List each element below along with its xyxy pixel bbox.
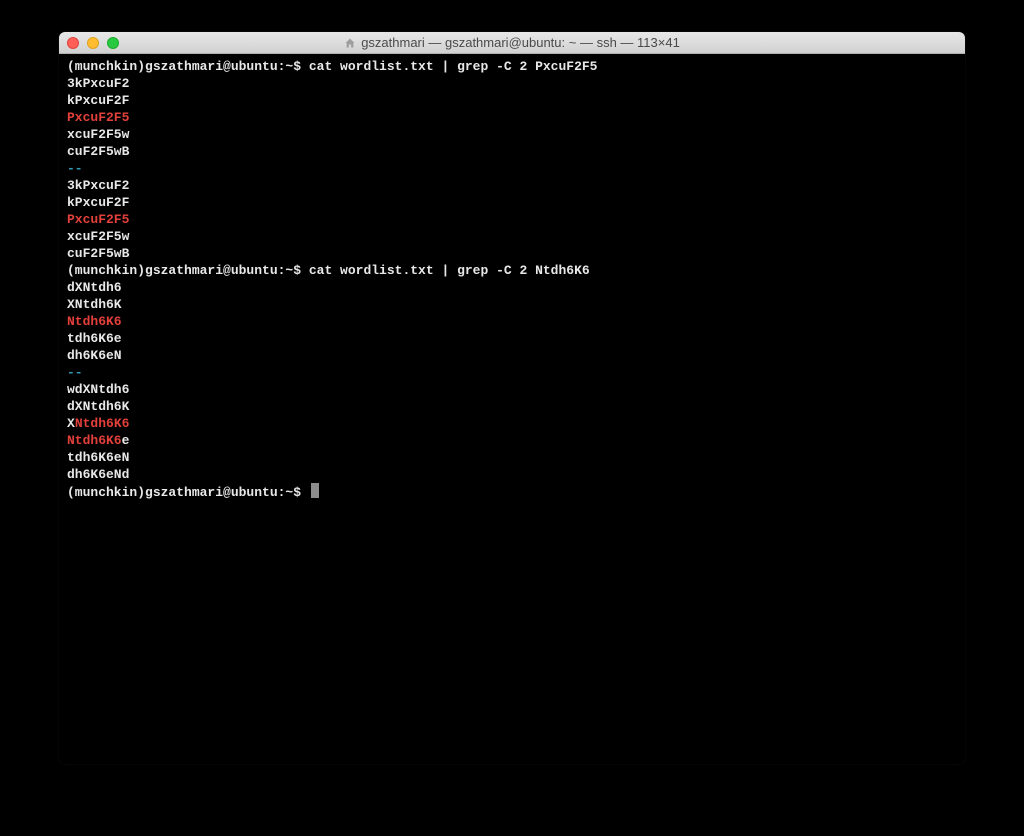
terminal-line: dXNtdh6K (67, 398, 957, 415)
terminal-line: cuF2F5wB (67, 245, 957, 262)
terminal-line: kPxcuF2F (67, 92, 957, 109)
terminal-line: xcuF2F5w (67, 126, 957, 143)
grep-match: Ntdh6K6 (67, 433, 122, 448)
grep-match: Ntdh6K6 (67, 314, 122, 329)
window-title-text: gszathmari — gszathmari@ubuntu: ~ — ssh … (361, 35, 680, 50)
terminal-line: (munchkin)gszathmari@ubuntu:~$ cat wordl… (67, 262, 957, 279)
terminal-line: cuF2F5wB (67, 143, 957, 160)
terminal-window: gszathmari — gszathmari@ubuntu: ~ — ssh … (59, 32, 965, 764)
titlebar[interactable]: gszathmari — gszathmari@ubuntu: ~ — ssh … (59, 32, 965, 54)
terminal-line: wdXNtdh6 (67, 381, 957, 398)
grep-match: PxcuF2F5 (67, 110, 129, 125)
terminal-line: (munchkin)gszathmari@ubuntu:~$ cat wordl… (67, 58, 957, 75)
terminal-line: Ntdh6K6e (67, 432, 957, 449)
terminal-output[interactable]: (munchkin)gszathmari@ubuntu:~$ cat wordl… (59, 54, 965, 764)
terminal-line: -- (67, 364, 957, 381)
terminal-line: (munchkin)gszathmari@ubuntu:~$ (67, 483, 957, 501)
terminal-line: kPxcuF2F (67, 194, 957, 211)
grep-match: Ntdh6K6 (75, 416, 130, 431)
grep-match: PxcuF2F5 (67, 212, 129, 227)
terminal-line: XNtdh6K (67, 296, 957, 313)
terminal-line: dh6K6eN (67, 347, 957, 364)
terminal-line: dXNtdh6 (67, 279, 957, 296)
terminal-line: xcuF2F5w (67, 228, 957, 245)
terminal-line: -- (67, 160, 957, 177)
terminal-line: XNtdh6K6 (67, 415, 957, 432)
cursor-icon (311, 483, 319, 498)
home-icon (344, 37, 356, 49)
terminal-line: tdh6K6eN (67, 449, 957, 466)
terminal-line: Ntdh6K6 (67, 313, 957, 330)
terminal-line: 3kPxcuF2 (67, 75, 957, 92)
terminal-line: dh6K6eNd (67, 466, 957, 483)
terminal-line: PxcuF2F5 (67, 109, 957, 126)
terminal-line: PxcuF2F5 (67, 211, 957, 228)
window-title: gszathmari — gszathmari@ubuntu: ~ — ssh … (59, 35, 965, 50)
terminal-line: tdh6K6e (67, 330, 957, 347)
terminal-line: 3kPxcuF2 (67, 177, 957, 194)
